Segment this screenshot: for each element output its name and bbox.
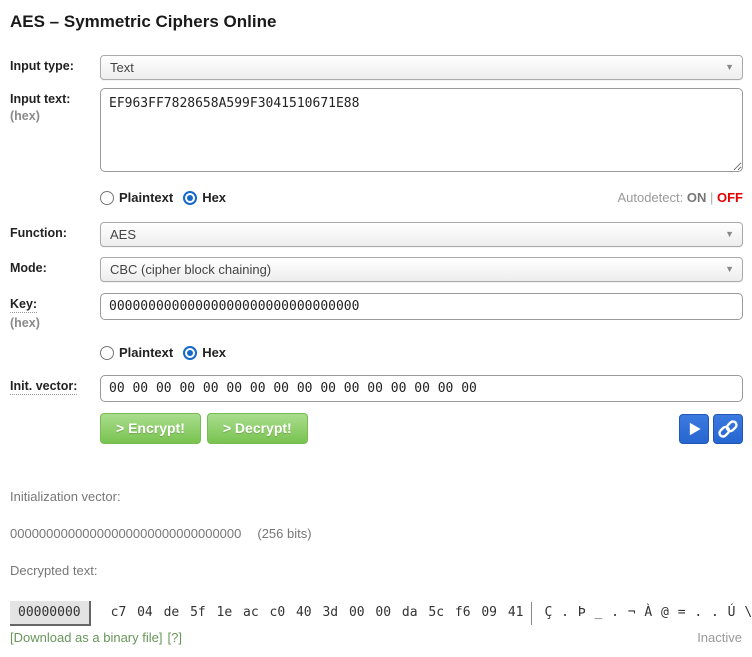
decrypted-heading: Decrypted text:	[10, 563, 752, 578]
link-icon	[717, 418, 739, 440]
run-button[interactable]	[679, 414, 709, 444]
key-row: Key: (hex)	[10, 293, 743, 330]
iv-result-value: 00000000000000000000000000000000	[10, 526, 241, 541]
input-hex-label[interactable]: Hex	[202, 190, 226, 205]
decrypt-button[interactable]: > Decrypt!	[207, 413, 308, 444]
key-plaintext-radio[interactable]	[100, 346, 114, 360]
help-link[interactable]: [?]	[167, 630, 181, 645]
mode-label: Mode:	[10, 261, 100, 275]
key-format-row: Plaintext Hex	[10, 345, 743, 360]
encrypt-button[interactable]: > Encrypt!	[100, 413, 201, 444]
autodetect-on-link[interactable]: ON	[687, 190, 707, 205]
chevron-down-icon: ▼	[725, 265, 734, 274]
hexdump-offset: 00000000	[10, 601, 91, 626]
autodetect-separator: |	[710, 190, 713, 205]
input-text-textarea[interactable]: EF963FF7828658A599F3041510671E88	[100, 88, 743, 172]
input-text-label: Input text:	[10, 92, 100, 106]
download-binary-link[interactable]: [Download as a binary file]	[10, 630, 162, 645]
iv-result-heading: Initialization vector:	[10, 489, 752, 504]
autodetect-control: Autodetect: ON | OFF	[617, 190, 743, 205]
hexdump-row: 00000000 c7 04 de 5f 1e ac c0 40 3d 00 0…	[10, 601, 752, 626]
input-type-selected-value: Text	[110, 60, 134, 75]
input-type-select[interactable]: Text ▼	[100, 55, 743, 80]
autodetect-off-link[interactable]: OFF	[717, 190, 743, 205]
init-vector-label: Init. vector:	[10, 379, 77, 395]
mode-select[interactable]: CBC (cipher block chaining) ▼	[100, 257, 743, 282]
page-title: AES – Symmetric Ciphers Online	[10, 12, 752, 32]
hexdump-bytes: c7 04 de 5f 1e ac c0 40 3d 00 00 da 5c f…	[91, 601, 524, 626]
input-type-label: Input type:	[10, 59, 100, 73]
function-row: Function: AES ▼	[10, 222, 743, 247]
init-vector-row: Init. vector:	[10, 375, 743, 402]
key-label: Key:	[10, 297, 37, 313]
status-inactive-text: Inactive	[697, 630, 742, 645]
iv-result-bits: (256 bits)	[257, 526, 311, 541]
key-input[interactable]	[100, 293, 743, 320]
permalink-button[interactable]	[713, 414, 743, 444]
key-plaintext-label[interactable]: Plaintext	[119, 345, 173, 360]
mode-selected-value: CBC (cipher block chaining)	[110, 262, 271, 277]
key-hex-label[interactable]: Hex	[202, 345, 226, 360]
chevron-down-icon: ▼	[725, 230, 734, 239]
autodetect-label: Autodetect:	[617, 190, 683, 205]
mode-row: Mode: CBC (cipher block chaining) ▼	[10, 257, 743, 282]
function-selected-value: AES	[110, 227, 136, 242]
chevron-down-icon: ▼	[725, 63, 734, 72]
function-select[interactable]: AES ▼	[100, 222, 743, 247]
input-text-hex-sublabel: (hex)	[10, 109, 100, 123]
init-vector-input[interactable]	[100, 375, 743, 402]
input-text-row: Input text: (hex) EF963FF7828658A599F304…	[10, 88, 743, 177]
input-plaintext-radio[interactable]	[100, 191, 114, 205]
hexdump-ascii: Ç . Þ _ . ¬ À @ = . . Ú \ ö . A	[534, 601, 752, 626]
input-type-row: Input type: Text ▼	[10, 55, 743, 80]
input-plaintext-label[interactable]: Plaintext	[119, 190, 173, 205]
footer-row: [Download as a binary file] [?] Inactive	[10, 630, 742, 645]
actions-row: > Encrypt! > Decrypt!	[10, 413, 743, 444]
key-hex-sublabel: (hex)	[10, 316, 100, 330]
function-label: Function:	[10, 226, 100, 240]
aes-tool-page: AES – Symmetric Ciphers Online Input typ…	[0, 12, 752, 657]
iv-result-line: 00000000000000000000000000000000 (256 bi…	[10, 526, 752, 541]
input-hex-radio[interactable]	[183, 191, 197, 205]
input-format-row: Plaintext Hex Autodetect: ON | OFF	[10, 190, 743, 205]
hexdump-separator	[531, 602, 532, 625]
play-icon	[684, 419, 704, 439]
key-hex-radio[interactable]	[183, 346, 197, 360]
